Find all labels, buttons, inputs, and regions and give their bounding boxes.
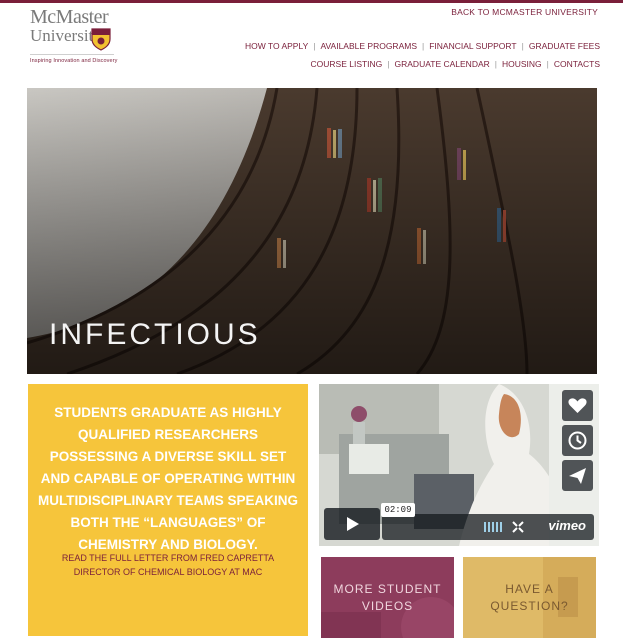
nav-financial-support[interactable]: FINANCIAL SUPPORT [429,41,516,51]
nav-graduate-fees[interactable]: GRADUATE FEES [529,41,600,51]
video-player[interactable]: vimeo 02:09 [319,384,599,546]
play-icon [347,517,359,531]
nav-separator: | [313,41,316,51]
feature-quote-panel: STUDENTS GRADUATE AS HIGHLY QUALIFIED RE… [28,384,308,636]
question-line1: HAVE A [505,582,554,596]
heart-icon[interactable] [562,390,593,421]
fullscreen-icon[interactable] [510,514,526,540]
nav-row-2: COURSE LISTING | GRADUATE CALENDAR | HOUSING… [311,59,601,69]
nav-separator: | [546,59,549,69]
clock-icon[interactable] [562,425,593,456]
nav-separator: | [387,59,390,69]
nav-row-1: HOW TO APPLY | AVAILABLE PROGRAMS | FINANCIA… [245,41,600,51]
video-control-bar[interactable]: vimeo [382,514,594,540]
nav-course-listing[interactable]: COURSE LISTING [311,59,383,69]
read-full-letter-line1: READ THE FULL LETTER FROM FRED CAPRETTA [61,553,275,563]
volume-icon[interactable] [482,514,506,540]
nav-separator: | [494,59,497,69]
have-a-question-label: HAVE A QUESTION? [463,581,596,615]
play-button[interactable] [324,508,380,540]
have-a-question-tile[interactable]: HAVE A QUESTION? [463,557,596,638]
read-full-letter-line2: DIRECTOR OF CHEMICAL BIOLOGY AT MAC [73,567,263,577]
nav-available-programs[interactable]: AVAILABLE PROGRAMS [320,41,417,51]
hero-title: INFECTIOUS [49,318,261,351]
more-student-videos-tile[interactable]: MORE STUDENT VIDEOS [321,557,454,638]
nav-separator: | [521,41,524,51]
video-duration: 02:09 [381,503,415,517]
more-student-videos-label: MORE STUDENT VIDEOS [321,581,454,615]
question-line2: QUESTION? [490,599,569,613]
logo-divider [30,54,114,55]
more-videos-line1: MORE STUDENT [333,582,442,596]
nav-contacts[interactable]: CONTACTS [554,59,600,69]
nav-graduate-calendar[interactable]: GRADUATE CALENDAR [395,59,490,69]
mcmaster-logo[interactable]: McMaster University Inspiring Innovation… [28,6,120,68]
feature-quote-text: STUDENTS GRADUATE AS HIGHLY QUALIFIED RE… [38,405,299,552]
nav-housing[interactable]: HOUSING [502,59,542,69]
send-icon[interactable] [562,460,593,491]
crest-icon [91,28,111,51]
read-full-letter-link[interactable]: READ THE FULL LETTER FROM FRED CAPRETTA … [38,551,298,579]
logo-tagline: Inspiring Innovation and Discovery [30,58,118,64]
hero-banner[interactable]: INFECTIOUS [27,88,597,374]
nav-separator: | [422,41,425,51]
more-videos-line2: VIDEOS [361,599,414,613]
back-to-mcmaster-link[interactable]: BACK TO MCMASTER UNIVERSITY [451,7,598,17]
top-accent-bar [0,0,623,3]
nav-how-to-apply[interactable]: HOW TO APPLY [245,41,308,51]
vimeo-logo[interactable]: vimeo [548,518,586,533]
